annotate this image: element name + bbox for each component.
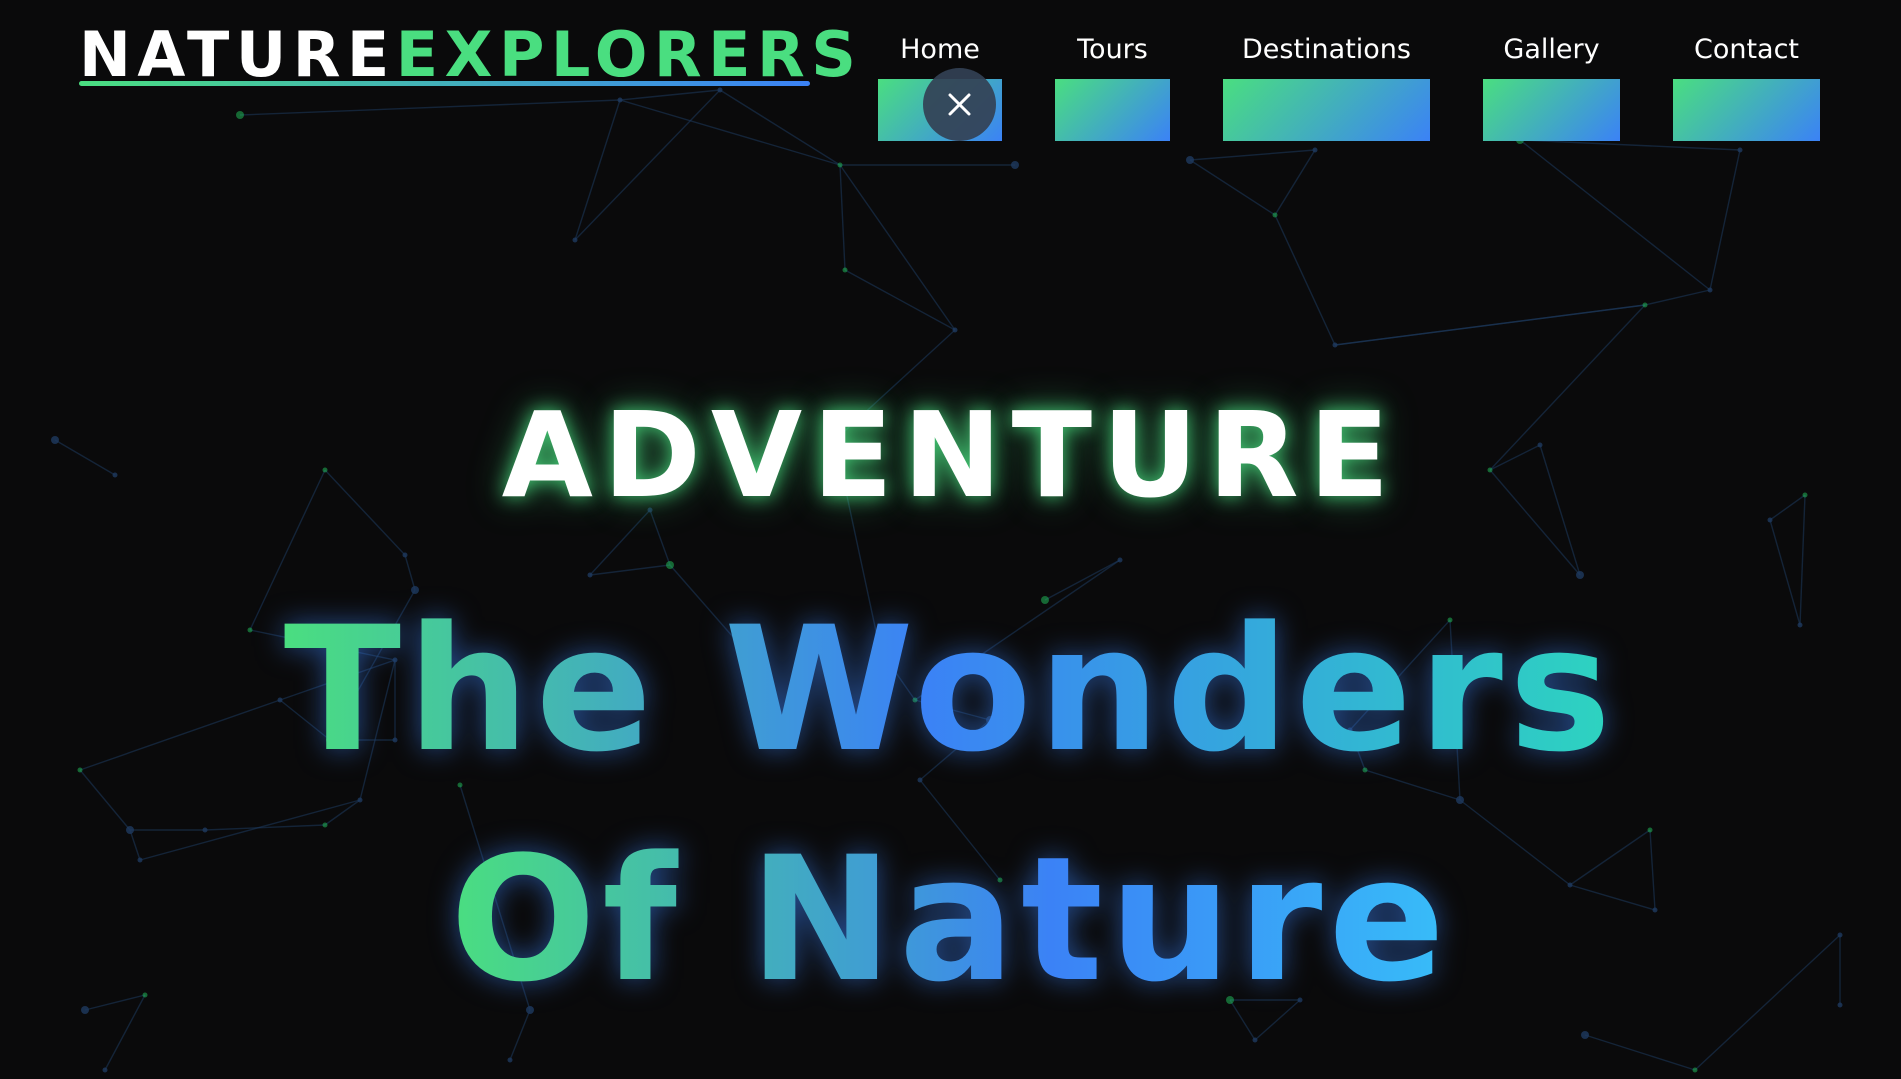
network-node bbox=[1737, 147, 1743, 153]
nav-contact[interactable]: Contact bbox=[1673, 28, 1820, 72]
close-icon bbox=[948, 93, 971, 116]
brand-logo-underline bbox=[79, 81, 810, 86]
network-link bbox=[1334, 304, 1646, 346]
network-link bbox=[589, 564, 671, 576]
network-node bbox=[837, 162, 843, 168]
network-node bbox=[1117, 557, 1123, 563]
nav-destinations-hover-bar[interactable] bbox=[1223, 79, 1430, 141]
network-link bbox=[1519, 139, 1741, 151]
hero-title-line-1-text: The Wonders bbox=[283, 589, 1618, 790]
network-link bbox=[574, 99, 621, 241]
hero-title-line-2-text: Of Nature bbox=[449, 819, 1452, 1020]
network-node bbox=[1186, 156, 1194, 164]
network-link bbox=[719, 89, 841, 166]
network-node bbox=[236, 111, 244, 119]
network-node bbox=[1011, 161, 1019, 169]
network-link bbox=[839, 164, 956, 331]
network-link bbox=[1519, 139, 1711, 291]
network-link bbox=[1274, 149, 1316, 216]
network-node bbox=[842, 267, 848, 273]
nav-gallery[interactable]: Gallery bbox=[1483, 28, 1620, 72]
network-node bbox=[1642, 302, 1648, 308]
close-menu-button[interactable] bbox=[923, 68, 996, 141]
network-node bbox=[1576, 571, 1584, 579]
network-node bbox=[617, 97, 623, 103]
nav-contact-hover-bar[interactable] bbox=[1673, 79, 1820, 141]
network-link bbox=[1274, 214, 1336, 346]
network-node bbox=[507, 1057, 513, 1063]
hero-kicker: ADVENTURE bbox=[501, 386, 1400, 524]
network-link bbox=[839, 164, 846, 271]
network-node bbox=[952, 327, 958, 333]
network-link bbox=[1189, 159, 1276, 216]
network-node bbox=[1581, 1031, 1589, 1039]
network-link bbox=[619, 89, 721, 101]
network-link bbox=[1189, 149, 1316, 161]
network-node bbox=[1272, 212, 1278, 218]
nav-home[interactable]: Home bbox=[878, 28, 1002, 72]
network-link bbox=[1709, 149, 1741, 291]
hero-title-line-2: Of Nature bbox=[0, 820, 1901, 1020]
network-node bbox=[402, 552, 408, 558]
network-node bbox=[1312, 147, 1318, 153]
network-link bbox=[1584, 1034, 1696, 1071]
nav-tours[interactable]: Tours bbox=[1055, 28, 1170, 72]
network-node bbox=[666, 561, 674, 569]
network-node bbox=[102, 1067, 108, 1073]
network-link bbox=[1644, 289, 1711, 306]
network-node bbox=[1456, 796, 1464, 804]
network-node bbox=[572, 237, 578, 243]
network-link bbox=[404, 554, 416, 591]
page: NATUREEXPLORERS Home Tours Destinations … bbox=[0, 0, 1901, 1079]
network-node bbox=[1252, 1037, 1258, 1043]
network-node bbox=[357, 797, 363, 803]
network-link bbox=[239, 99, 621, 116]
nav-destinations[interactable]: Destinations bbox=[1223, 28, 1430, 72]
nav-gallery-hover-bar[interactable] bbox=[1483, 79, 1620, 141]
nav-tours-hover-bar[interactable] bbox=[1055, 79, 1170, 141]
network-link bbox=[844, 269, 956, 331]
network-node bbox=[1707, 287, 1713, 293]
network-node bbox=[587, 572, 593, 578]
brand-logo[interactable]: NATUREEXPLORERS bbox=[79, 20, 862, 90]
hero-title-line-1: The Wonders bbox=[0, 590, 1901, 790]
network-link bbox=[574, 89, 721, 241]
network-link bbox=[619, 99, 841, 166]
network-node bbox=[1332, 342, 1338, 348]
network-node bbox=[1692, 1067, 1698, 1073]
